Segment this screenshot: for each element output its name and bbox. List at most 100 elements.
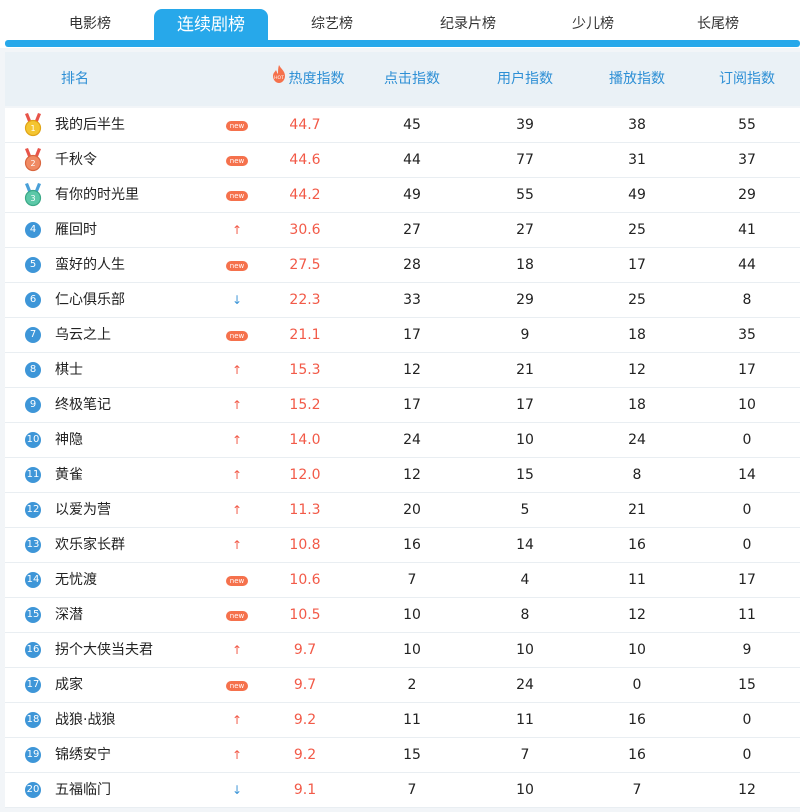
- rank-number: 11: [25, 467, 41, 483]
- table-row[interactable]: 3 有你的时光里 new 44.2 49 55 49 29: [5, 178, 800, 213]
- new-tag: new: [226, 681, 248, 691]
- table-row[interactable]: 1 我的后半生 new 44.7 45 39 38 55: [5, 108, 800, 143]
- user-index: 5: [520, 502, 530, 518]
- header-play[interactable]: 播放指数: [602, 52, 672, 106]
- click-index: 7: [407, 572, 417, 588]
- arrow-up-icon: ↑: [231, 503, 243, 517]
- play-index: 18: [628, 327, 646, 343]
- click-index: 2: [407, 677, 417, 693]
- show-name[interactable]: 雁回时: [55, 213, 97, 248]
- header-user[interactable]: 用户指数: [490, 52, 560, 106]
- table-row[interactable]: 17 成家 new 9.7 2 24 0 15: [5, 668, 800, 703]
- show-name[interactable]: 五福临门: [55, 773, 111, 808]
- click-index: 45: [403, 117, 421, 133]
- show-name[interactable]: 战狼·战狼: [55, 703, 115, 738]
- show-name[interactable]: 黄雀: [55, 458, 83, 493]
- subscribe-index: 14: [738, 467, 756, 483]
- trend-indicator: new: [217, 143, 257, 178]
- table-row[interactable]: 8 棋士 ↑ 15.3 12 21 12 17: [5, 353, 800, 388]
- click-index: 28: [403, 257, 421, 273]
- show-name[interactable]: 欢乐家长群: [55, 528, 125, 563]
- rank-number: 12: [25, 502, 41, 518]
- table-row[interactable]: 16 拐个大侠当夫君 ↑ 9.7 10 10 10 9: [5, 633, 800, 668]
- show-name[interactable]: 神隐: [55, 423, 83, 458]
- play-index: 10: [628, 642, 646, 658]
- show-name[interactable]: 终极笔记: [55, 388, 111, 423]
- show-name[interactable]: 深潜: [55, 598, 83, 633]
- play-index: 24: [628, 432, 646, 448]
- show-name[interactable]: 拐个大侠当夫君: [55, 633, 153, 668]
- header-heat[interactable]: HOT 热度指数: [260, 52, 355, 106]
- heat-index: 12.0: [289, 467, 321, 483]
- heat-index: 44.7: [289, 117, 321, 133]
- table-row[interactable]: 15 深潜 new 10.5 10 8 12 11: [5, 598, 800, 633]
- table-row[interactable]: 10 神隐 ↑ 14.0 24 10 24 0: [5, 423, 800, 458]
- table-row[interactable]: 18 战狼·战狼 ↑ 9.2 11 11 16 0: [5, 703, 800, 738]
- subscribe-index: 55: [738, 117, 756, 133]
- table-row[interactable]: 4 雁回时 ↑ 30.6 27 27 25 41: [5, 213, 800, 248]
- subscribe-index: 0: [742, 432, 752, 448]
- show-name[interactable]: 千秋令: [55, 143, 97, 178]
- show-name[interactable]: 无忧渡: [55, 563, 97, 598]
- trend-indicator: new: [217, 668, 257, 703]
- tab-variety[interactable]: 综艺榜: [282, 10, 382, 38]
- table-row[interactable]: 2 千秋令 new 44.6 44 77 31 37: [5, 143, 800, 178]
- rank-number: 17: [25, 677, 41, 693]
- heat-index: 14.0: [289, 432, 321, 448]
- show-name[interactable]: 棋士: [55, 353, 83, 388]
- subscribe-index: 12: [738, 782, 756, 798]
- heat-index: 9.1: [293, 782, 317, 798]
- table-row[interactable]: 11 黄雀 ↑ 12.0 12 15 8 14: [5, 458, 800, 493]
- hot-badge-label: HOT: [274, 75, 284, 81]
- tab-movie[interactable]: 电影榜: [40, 10, 140, 38]
- play-index: 12: [628, 362, 646, 378]
- heat-index: 9.2: [293, 747, 317, 763]
- trend-indicator: ↑: [217, 633, 257, 668]
- show-name[interactable]: 以爱为营: [55, 493, 111, 528]
- show-name[interactable]: 蛮好的人生: [55, 248, 125, 283]
- subscribe-index: 8: [742, 292, 752, 308]
- new-tag: new: [226, 611, 248, 621]
- arrow-up-icon: ↑: [231, 748, 243, 762]
- header-subscribe[interactable]: 订阅指数: [712, 52, 782, 106]
- show-name[interactable]: 成家: [55, 668, 83, 703]
- new-tag: new: [226, 191, 248, 201]
- click-index: 15: [403, 747, 421, 763]
- rank-number: 3: [30, 194, 35, 203]
- heat-index: 10.8: [289, 537, 321, 553]
- click-index: 17: [403, 327, 421, 343]
- table-row[interactable]: 19 锦绣安宁 ↑ 9.2 15 7 16 0: [5, 738, 800, 773]
- table-row[interactable]: 7 乌云之上 new 21.1 17 9 18 35: [5, 318, 800, 353]
- user-index: 15: [516, 467, 534, 483]
- table-row[interactable]: 9 终极笔记 ↑ 15.2 17 17 18 10: [5, 388, 800, 423]
- click-index: 49: [403, 187, 421, 203]
- show-name[interactable]: 锦绣安宁: [55, 738, 111, 773]
- header-rank: 排名: [61, 71, 89, 87]
- rank-number: 8: [25, 362, 41, 378]
- heat-index: 15.3: [289, 362, 321, 378]
- tab-kids[interactable]: 少儿榜: [543, 10, 643, 38]
- click-index: 44: [403, 152, 421, 168]
- table-row[interactable]: 13 欢乐家长群 ↑ 10.8 16 14 16 0: [5, 528, 800, 563]
- arrow-up-icon: ↑: [231, 433, 243, 447]
- heat-index: 15.2: [289, 397, 321, 413]
- heat-index: 11.3: [289, 502, 321, 518]
- arrow-up-icon: ↑: [231, 538, 243, 552]
- show-name[interactable]: 我的后半生: [55, 108, 125, 143]
- tab-series[interactable]: 连续剧榜: [154, 9, 268, 42]
- user-index: 11: [516, 712, 534, 728]
- tab-documentary[interactable]: 纪录片榜: [418, 10, 518, 38]
- header-click[interactable]: 点击指数: [377, 52, 447, 106]
- table-row[interactable]: 5 蛮好的人生 new 27.5 28 18 17 44: [5, 248, 800, 283]
- table-row[interactable]: 6 仁心俱乐部 ↓ 22.3 33 29 25 8: [5, 283, 800, 318]
- ranking-table: 1 我的后半生 new 44.7 45 39 38 55 2 千秋令 new 4…: [5, 108, 800, 808]
- show-name[interactable]: 有你的时光里: [55, 178, 139, 213]
- show-name[interactable]: 乌云之上: [55, 318, 111, 353]
- show-name[interactable]: 仁心俱乐部: [55, 283, 125, 318]
- table-row[interactable]: 12 以爱为营 ↑ 11.3 20 5 21 0: [5, 493, 800, 528]
- table-row[interactable]: 20 五福临门 ↓ 9.1 7 10 7 12: [5, 773, 800, 808]
- rank-number: 18: [25, 712, 41, 728]
- rank-number: 5: [25, 257, 41, 273]
- table-row[interactable]: 14 无忧渡 new 10.6 7 4 11 17: [5, 563, 800, 598]
- tab-long-tail[interactable]: 长尾榜: [668, 10, 768, 38]
